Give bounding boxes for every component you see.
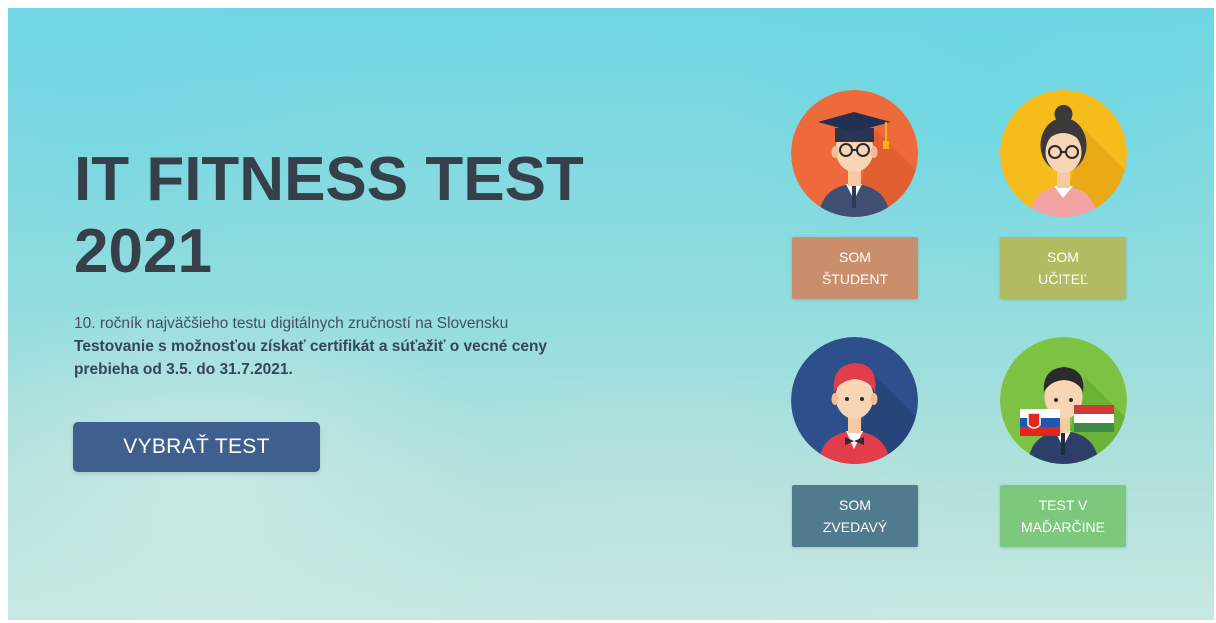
title-line-2: 2021 — [74, 217, 212, 286]
role-button-curious-line-1: SOM — [839, 497, 871, 513]
role-button-hungarian-line-2: MAĎARČINE — [1020, 519, 1105, 535]
subtitle-text: 10. ročník najväčšieho testu digitálnych… — [74, 315, 509, 332]
hero-banner: IT FITNESS TEST 2021 10. ročník najväčši… — [8, 8, 1214, 620]
role-button-teacher-line-1: SOM — [1047, 249, 1079, 265]
hungarian-test-avatar-icon[interactable] — [1000, 337, 1127, 464]
choose-test-button[interactable]: VYBRAŤ TEST — [73, 422, 320, 472]
role-button-hungarian-line-1: TEST V — [1038, 497, 1088, 513]
role-button-student-line-1: SOM — [839, 249, 871, 265]
role-button-student[interactable]: SOM ŠTUDENT — [792, 237, 918, 299]
role-button-hungarian-test[interactable]: TEST V MAĎARČINE — [1000, 485, 1126, 547]
student-avatar-icon[interactable] — [791, 90, 918, 217]
hungarian-flag-icon — [1074, 405, 1114, 432]
role-button-curious-line-2: ZVEDAVÝ — [822, 519, 888, 535]
role-button-teacher-line-2: UČITEĽ — [1038, 271, 1088, 287]
role-button-teacher[interactable]: SOM UČITEĽ — [1000, 237, 1126, 299]
slovak-flag-icon — [1020, 409, 1060, 436]
hero-subtitle: 10. ročník najväčšieho testu digitálnych… — [74, 312, 674, 381]
teacher-avatar-icon[interactable] — [1000, 90, 1127, 217]
role-button-student-line-2: ŠTUDENT — [821, 271, 889, 287]
page-title: IT FITNESS TEST 2021 — [74, 144, 714, 288]
title-line-1: IT FITNESS TEST — [74, 145, 584, 214]
role-button-curious[interactable]: SOM ZVEDAVÝ — [792, 485, 918, 547]
highlight-line-1: Testovanie s možnosťou získať certifikát… — [74, 338, 548, 355]
curious-avatar-icon[interactable] — [791, 337, 918, 464]
highlight-line-2: prebieha od 3.5. do 31.7.2021. — [74, 361, 293, 378]
